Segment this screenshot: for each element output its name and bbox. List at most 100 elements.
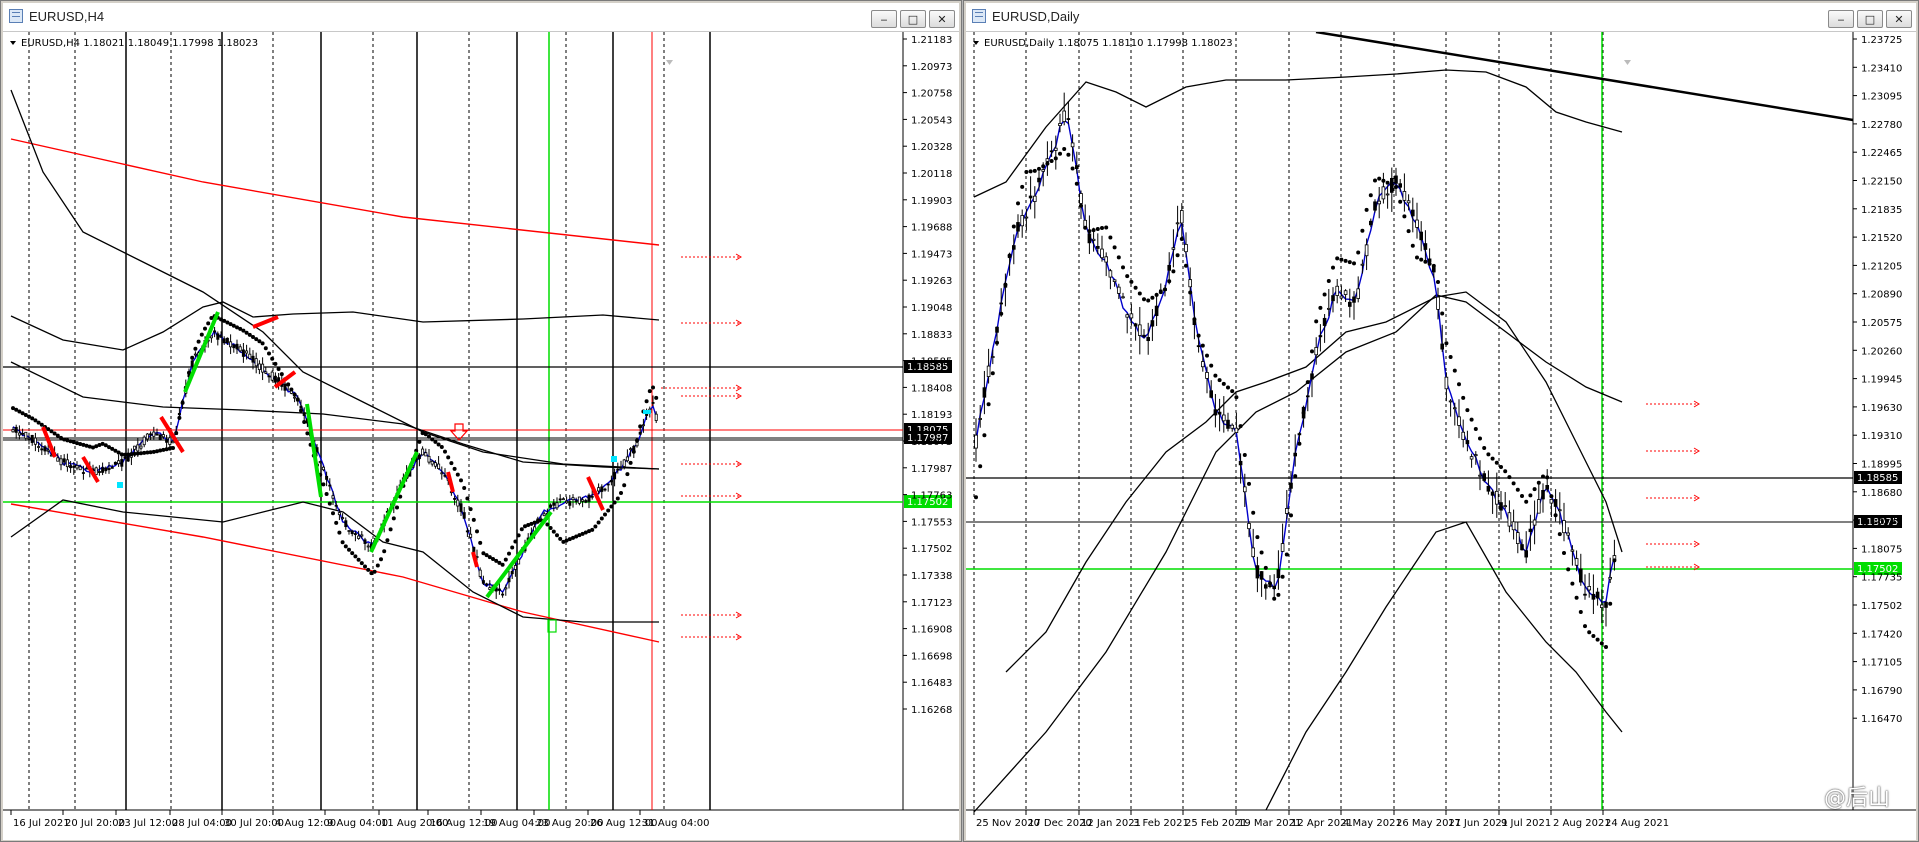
sar-dot [1268,581,1272,586]
daily-chart-area[interactable]: 1.18585 1.18075 1.17502 EURUSD,Daily 1.180… [966,32,1916,840]
sar-dot [503,557,508,562]
sar-dot [1200,343,1205,348]
candle-body [1012,245,1016,250]
sar-dot [1100,226,1104,230]
sar-dot [1150,295,1155,300]
sar-dot [1545,475,1550,480]
sar-dot [1087,229,1092,234]
candle-body [238,346,242,352]
candle-body [133,445,137,450]
candle-body [190,360,194,367]
candle-body [507,577,511,583]
candle-body [1196,345,1201,348]
sar-dot [1205,353,1209,358]
candle-body [325,475,329,480]
candle-body [1037,177,1041,183]
h4-price-chart[interactable]: 1.18585 1.18075 1.17987 1.17502 EURUSD,H4 1… [3,32,959,840]
price-label: 1.17105 [1861,658,1902,669]
price-label: 1.19473 [911,249,952,260]
candle-body [257,363,261,371]
sar-dot [1410,243,1415,248]
candle-body [1335,285,1339,296]
h4-window-title: EURUSD,H4 [29,9,105,24]
close-button[interactable]: ✕ [929,10,955,28]
candle-body [65,459,69,468]
sar-dot [471,517,476,522]
sar-dot [1318,305,1323,310]
candle-body [62,458,66,463]
candle-body [104,467,108,472]
price-label: 1.18075 [911,437,952,448]
sar-dot [1549,494,1554,499]
candle-body [1087,233,1092,244]
sar-dot [1494,460,1499,465]
sar-dot [289,387,294,392]
candle-body [1562,520,1566,534]
sar-dot [1398,199,1403,204]
price-label: 1.18075 [1861,544,1902,555]
candle-body [165,439,169,443]
sar-dot [516,533,521,538]
sar-dot [1053,156,1058,161]
minimize-button[interactable]: ‒ [1828,10,1854,28]
candle-body [1062,110,1067,122]
sar-dot [990,371,995,376]
candle-body [430,460,434,465]
sar-dot [1247,481,1251,486]
candle-body [995,326,999,333]
candle-body [59,458,63,466]
candle-body [1574,558,1579,566]
sar-dot [455,472,460,477]
maximize-button[interactable]: □ [900,10,926,28]
sar-dot [1226,385,1230,390]
sar-dot [1049,159,1054,163]
daily-window-titlebar[interactable]: EURUSD,Daily ‒ □ ✕ [966,3,1916,32]
sar-dot [1499,465,1503,469]
sar-dot [478,540,483,545]
candle-body [350,530,354,535]
sar-dot [206,321,211,326]
candle-body [1095,245,1100,249]
candle-body [27,437,31,440]
candle-body [46,449,50,452]
price-label: 1.20328 [911,142,952,153]
sar-dot [1541,474,1545,479]
candle-body [1259,571,1264,580]
daily-price-chart[interactable]: 1.18585 1.18075 1.17502 EURUSD,Daily 1.180… [966,32,1916,840]
sar-dot [1406,229,1411,234]
sar-dot [1163,287,1167,292]
sar-dot [622,483,627,488]
candle-body [120,459,124,467]
candle-body [469,533,473,538]
h4-window-titlebar[interactable]: EURUSD,H4 ‒ □ ✕ [3,3,959,32]
candle-body [264,371,268,374]
price-label: 1.20890 [1861,290,1902,301]
h4-chart-window[interactable]: EURUSD,H4 ‒ □ ✕ 1.18585 1.18075 1.17987 1.175… [0,0,962,842]
minimize-button[interactable]: ‒ [871,10,897,28]
daily-chart-window[interactable]: EURUSD,Daily ‒ □ ✕ 1.18585 1.18075 1.17502 E… [963,0,1919,842]
candle-body [577,496,581,504]
sar-dot [628,460,633,465]
candle-body [219,335,223,338]
sar-dot [999,311,1004,316]
candle-body [1242,486,1247,493]
candle-body [638,431,642,435]
h4-chart-area[interactable]: 1.18585 1.18075 1.17987 1.17502 EURUSD,H4 1… [3,32,959,840]
sar-dot [1137,291,1142,296]
sar-dot [1301,410,1306,415]
candle-body [1516,532,1520,544]
sar-dot [337,530,342,535]
sar-dot [1520,494,1524,498]
sar-dot [1465,408,1470,413]
close-button[interactable]: ✕ [1886,10,1912,28]
candle-body [1419,231,1423,241]
candle-body [1179,210,1184,224]
price-label: 1.21835 [1861,205,1902,216]
sar-dot [260,341,265,346]
candle-body [1020,215,1024,227]
candle-body [1112,279,1117,282]
maximize-button[interactable]: □ [1857,10,1883,28]
sar-dot [286,382,291,387]
sar-dot [196,339,201,344]
sar-dot [1255,535,1260,540]
